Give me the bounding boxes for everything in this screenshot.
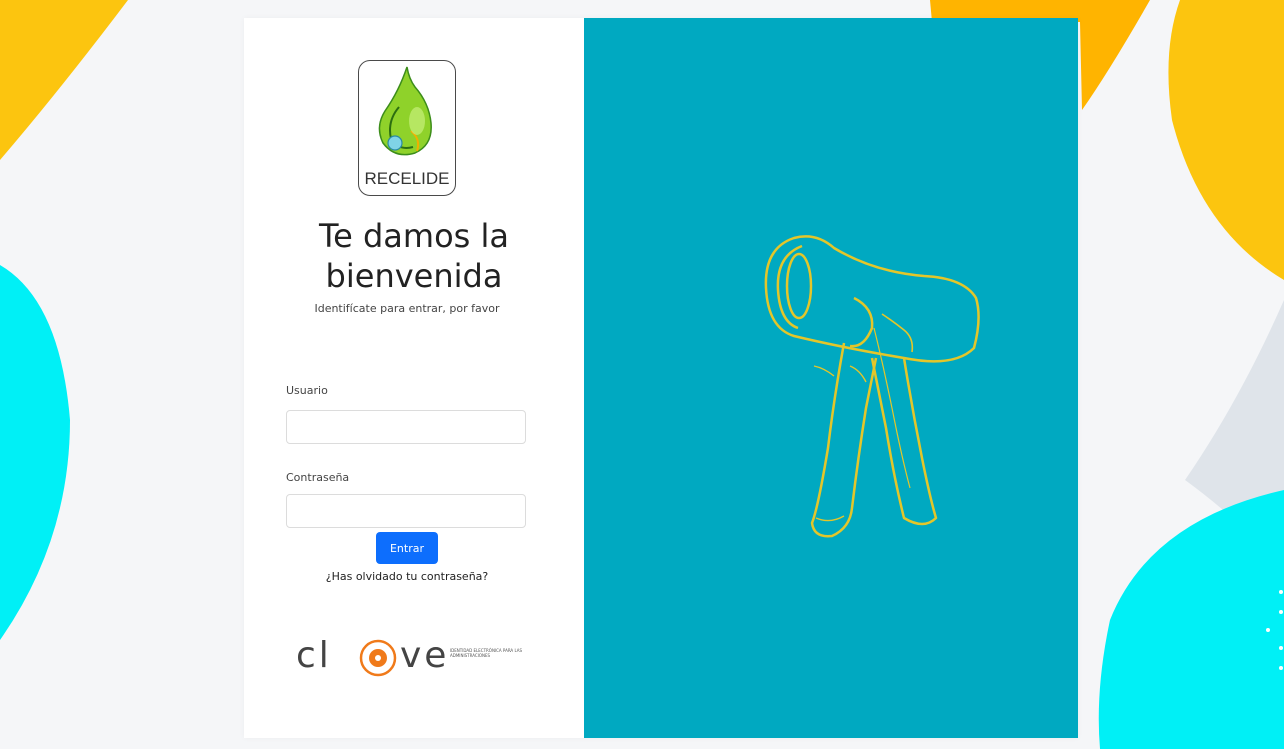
clave-tagline: Identidad electrónica para las administr…	[450, 648, 523, 658]
dot	[1279, 590, 1283, 594]
title-line-2: bienvenida	[325, 257, 503, 295]
clave-text-right: ve	[400, 635, 450, 676]
clave-at-icon	[359, 639, 397, 677]
login-panel: RECELIDE Te damos la bienvenida Identifí…	[244, 18, 584, 738]
password-input[interactable]	[286, 494, 526, 528]
login-button[interactable]: Entrar	[376, 532, 438, 564]
username-input[interactable]	[286, 410, 526, 444]
key-outline-icon	[764, 235, 980, 538]
cyan-blob-left	[0, 265, 70, 640]
clave-text-left: cl	[296, 635, 332, 676]
login-card: RECELIDE Te damos la bienvenida Identifí…	[244, 18, 1078, 738]
recelide-logo: RECELIDE	[358, 60, 456, 196]
dot	[1279, 610, 1283, 614]
logo-text: RECELIDE	[364, 169, 450, 188]
clave-logo[interactable]: cl ve Identidad electrónica para las adm…	[296, 632, 526, 682]
page-title: Te damos la bienvenida	[244, 216, 584, 296]
yellow-blob-top-left	[0, 0, 128, 160]
dot	[1279, 646, 1283, 650]
username-label: Usuario	[286, 384, 328, 397]
illustration-panel	[584, 18, 1078, 738]
yellow-blob-right	[1168, 0, 1284, 280]
water-drop-logo-icon	[378, 66, 432, 156]
dot	[1266, 628, 1270, 632]
page-subtitle: Identifícate para entrar, por favor	[314, 302, 500, 315]
password-label: Contraseña	[286, 471, 350, 484]
title-line-1: Te damos la	[319, 217, 509, 255]
dot	[1279, 666, 1283, 670]
forgot-password-link[interactable]: ¿Has olvidado tu contraseña?	[244, 570, 570, 583]
cyan-blob-bottom-right	[1098, 490, 1284, 749]
